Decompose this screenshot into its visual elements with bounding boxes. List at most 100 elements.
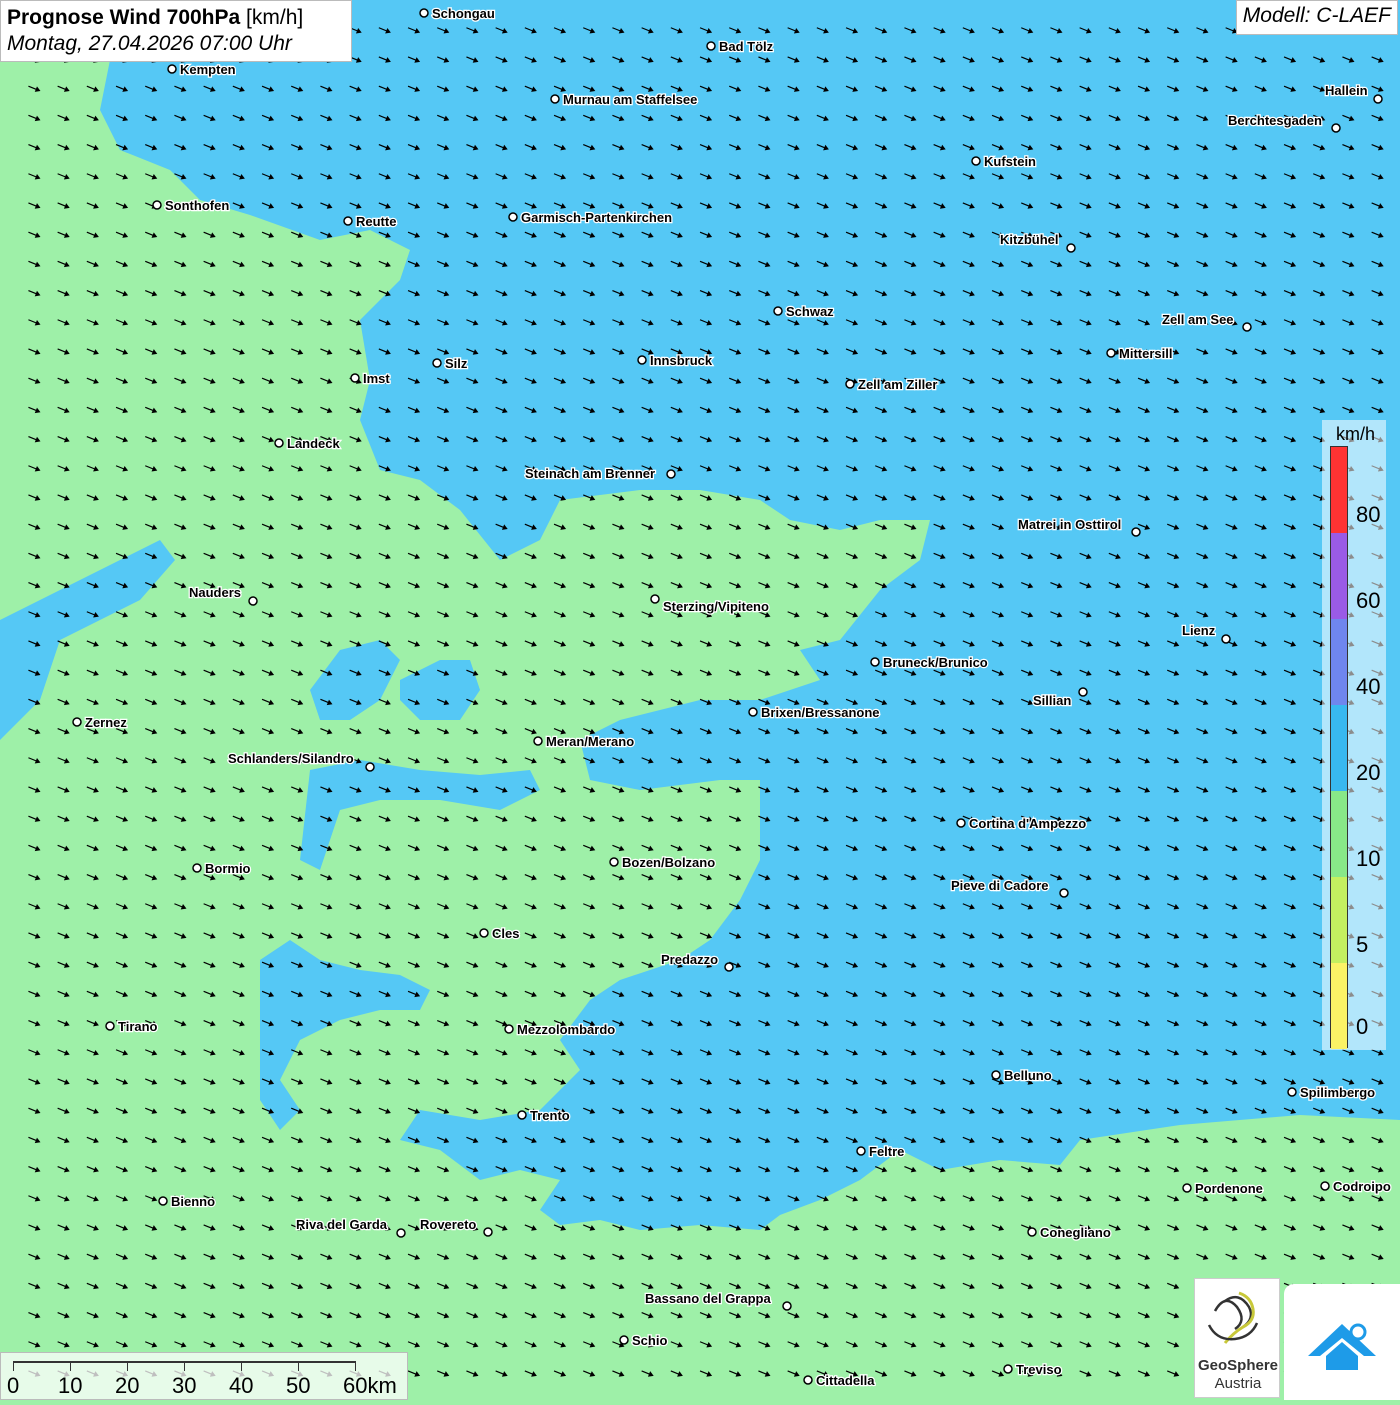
city-dot [1221, 634, 1231, 644]
city-label: Bormio [205, 861, 251, 876]
city-dot [991, 1070, 1001, 1080]
city-dot [666, 469, 676, 479]
city-marker: Cortina d'Ampezzo [956, 815, 1088, 832]
map-title-unit: [km/h] [246, 6, 304, 29]
city-dot [748, 707, 758, 717]
map-title-main: Prognose Wind 700hPa [7, 6, 241, 29]
city-label: Brixen/Bressanone [761, 705, 880, 720]
city-dot [1242, 322, 1252, 332]
legend-unit: km/h [1336, 424, 1376, 444]
city-label: Murnau am Staffelsee [563, 92, 697, 107]
city-marker: Murnau am Staffelsee [550, 91, 699, 108]
scale-tick [184, 1361, 185, 1371]
legend-tick-label: 0 [1356, 1014, 1369, 1039]
city-label: Lienz [1182, 623, 1216, 638]
model-label: Modell: C-LAEF [1235, 0, 1398, 35]
city-label: Kitzbühel [1000, 232, 1059, 247]
city-label: Schongau [432, 6, 495, 21]
wind-map: Schongau Bad Tölz Kempten Murnau am Staffel… [0, 0, 1400, 1400]
city-label: Belluno [1004, 1068, 1052, 1083]
city-label: Landeck [287, 436, 341, 451]
legend-color-segment [1331, 963, 1347, 1049]
city-dot [105, 1021, 115, 1031]
app-house-icon [1308, 1323, 1376, 1370]
app-link[interactable] [1284, 1284, 1400, 1400]
city-marker: Bozen/Bolzano [609, 854, 716, 871]
scale-label: 10 [58, 1373, 83, 1398]
city-label: Innsbruck [650, 353, 713, 368]
city-dot [1003, 1364, 1013, 1374]
city-marker: Zell am Ziller [845, 376, 939, 393]
city-label: Steinach am Brenner [525, 466, 655, 481]
city-dot [773, 306, 783, 316]
scale-label: 60km [343, 1373, 397, 1398]
city-dot [1066, 243, 1076, 253]
city-label: Hallein [1325, 83, 1368, 98]
city-label: Bassano del Grappa [645, 1291, 771, 1306]
city-dot [637, 355, 647, 365]
city-label: Mittersill [1119, 346, 1172, 361]
legend-color-segment [1331, 791, 1347, 877]
legend-tick-label: 20 [1356, 760, 1381, 785]
city-dot [479, 928, 489, 938]
city-dot [803, 1375, 813, 1385]
city-label: Imst [363, 371, 390, 386]
city-dot [870, 657, 880, 667]
city-label: Cittadella [816, 1373, 875, 1388]
city-dot [1131, 527, 1141, 537]
legend-tick-label: 5 [1356, 932, 1369, 957]
city-label: Predazzo [661, 952, 718, 967]
city-dot [1106, 348, 1116, 358]
city-dot [609, 857, 619, 867]
forecast-date: Montag, 27.04.2026 07:00 Uhr [7, 32, 292, 55]
city-dot [550, 94, 560, 104]
legend-tick-label: 60 [1356, 588, 1381, 613]
city-marker: Meran/Merano [533, 733, 635, 750]
city-label: Bozen/Bolzano [622, 855, 715, 870]
city-dot [1182, 1183, 1192, 1193]
city-dot [432, 358, 442, 368]
city-dot [856, 1146, 866, 1156]
city-dot [1078, 687, 1088, 697]
city-label: Treviso [1016, 1362, 1062, 1377]
map-title: Prognose Wind 700hPa [km/h] [7, 5, 345, 31]
city-dot [350, 373, 360, 383]
city-dot [508, 212, 518, 222]
scale-tick [355, 1361, 356, 1371]
city-label: Mezzolombardo [517, 1022, 615, 1037]
city-dot [152, 200, 162, 210]
city-label: Cortina d'Ampezzo [969, 816, 1086, 831]
city-label: Trento [530, 1108, 570, 1123]
city-label: Schwaz [786, 304, 834, 319]
city-dot [192, 863, 202, 873]
city-marker: Sonthofen [152, 197, 231, 214]
legend-color-segment [1331, 533, 1347, 619]
city-dot [724, 962, 734, 972]
city-dot [956, 818, 966, 828]
city-marker: Pordenone [1182, 1180, 1264, 1197]
scale-tick [13, 1361, 14, 1371]
scale-label: 50 [286, 1373, 311, 1398]
city-label: Sterzing/Vipiteno [663, 599, 769, 614]
city-label: Nauders [189, 585, 241, 600]
city-marker: Schongau [419, 5, 496, 22]
city-marker: Conegliano [1027, 1224, 1112, 1241]
city-label: Conegliano [1040, 1225, 1111, 1240]
city-label: Zell am See [1162, 312, 1234, 327]
legend-color-segment [1331, 619, 1347, 705]
city-marker: Steinach am Brenner [524, 465, 676, 482]
city-label: Zernez [85, 715, 127, 730]
city-label: Pordenone [1195, 1181, 1263, 1196]
city-label: Cles [492, 926, 519, 941]
city-marker: Spilimbergo [1287, 1084, 1376, 1101]
city-dot [365, 762, 375, 772]
city-dot [274, 438, 284, 448]
city-dot [72, 717, 82, 727]
scale-tick [241, 1361, 242, 1371]
city-label: Codroipo [1333, 1179, 1391, 1194]
scale-label: 20 [115, 1373, 140, 1398]
city-dot [1320, 1181, 1330, 1191]
color-legend: km/h 80 60 40 20 10 5 0 [1322, 420, 1386, 1050]
scale-label: 40 [229, 1373, 254, 1398]
city-marker: Garmisch-Partenkirchen [508, 209, 673, 226]
